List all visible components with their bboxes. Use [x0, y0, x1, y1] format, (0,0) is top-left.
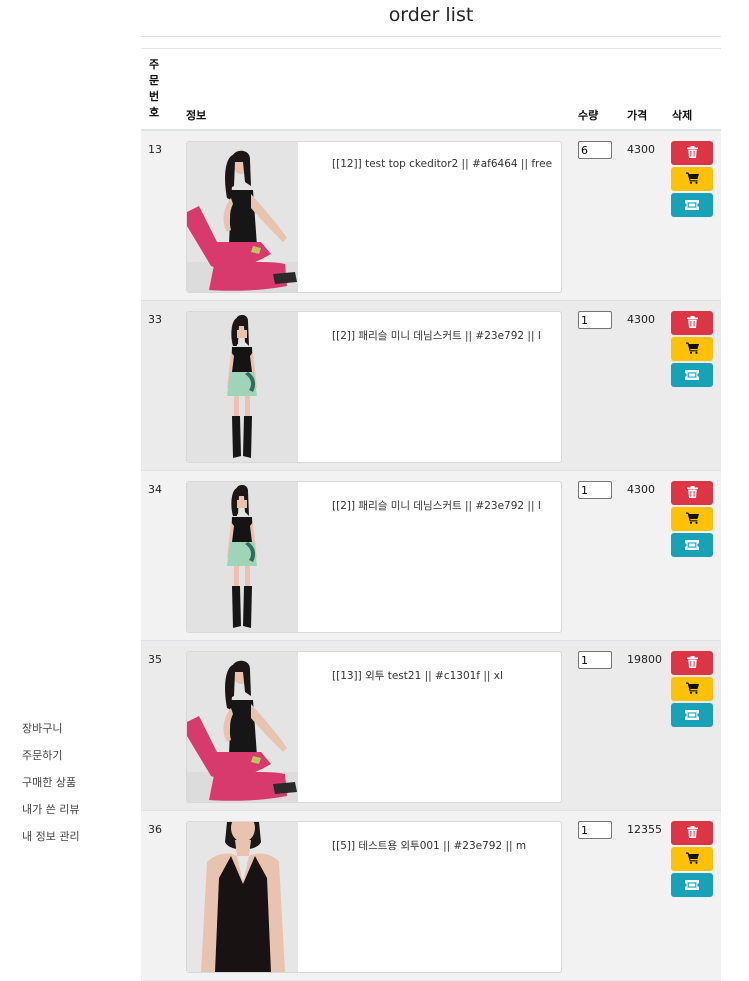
add-to-cart-button[interactable] — [671, 847, 713, 871]
product-description: [[13]] 외투 test21 || #c1301f || xl — [332, 670, 503, 682]
price: 12355 — [627, 823, 662, 836]
add-to-cart-button[interactable] — [671, 167, 713, 191]
ticket-icon — [685, 708, 699, 723]
trash-icon — [686, 825, 698, 841]
divider — [141, 36, 721, 37]
sidebar-item-my-reviews[interactable]: 내가 쓴 리뷰 — [22, 802, 80, 829]
order-button[interactable] — [671, 363, 713, 387]
order-button[interactable] — [671, 533, 713, 557]
price: 4300 — [627, 143, 655, 156]
table-row: 36 [[5]] 테스트용 외투001 || #23e792 || m 1235… — [141, 811, 721, 981]
cart-icon — [685, 342, 699, 357]
sidebar-menu: 장바구니 주문하기 구매한 상품 내가 쓴 리뷰 내 정보 관리 — [22, 721, 80, 856]
product-card[interactable]: [[2]] 패리슬 미니 데님스커트 || #23e792 || l — [186, 311, 562, 463]
delete-button[interactable] — [671, 311, 713, 335]
delete-button[interactable] — [671, 481, 713, 505]
sidebar-item-cart[interactable]: 장바구니 — [22, 721, 80, 748]
cart-icon — [685, 852, 699, 867]
table-row: 34 [[2]] 패리슬 미니 데님스커트 || #23e792 || l 43… — [141, 471, 721, 641]
product-description: [[12]] test top ckeditor2 || #af6464 || … — [332, 158, 553, 170]
page-title: order list — [388, 4, 474, 26]
order-number: 33 — [148, 313, 162, 326]
ticket-icon — [685, 538, 699, 553]
product-description: [[2]] 패리슬 미니 데님스커트 || #23e792 || l — [332, 500, 541, 512]
table-row: 33 [[2]] 패리슬 미니 데님스커트 || #23e792 || l 43… — [141, 301, 721, 471]
add-to-cart-button[interactable] — [671, 337, 713, 361]
quantity-input[interactable] — [578, 651, 612, 669]
header-order-no: 주문번호 — [149, 58, 160, 119]
order-button[interactable] — [671, 873, 713, 897]
table-header: 주문번호 정보 수량 가격 삭제 — [141, 48, 721, 131]
product-description: [[2]] 패리슬 미니 데님스커트 || #23e792 || l — [332, 330, 541, 342]
delete-button[interactable] — [671, 141, 713, 165]
header-price: 가격 — [627, 109, 648, 122]
trash-icon — [686, 655, 698, 671]
sidebar-item-order[interactable]: 주문하기 — [22, 748, 80, 775]
ticket-icon — [685, 198, 699, 213]
quantity-input[interactable] — [578, 821, 612, 839]
product-image[interactable] — [187, 482, 298, 632]
quantity-input[interactable] — [578, 481, 612, 499]
price: 19800 — [627, 653, 662, 666]
delete-button[interactable] — [671, 821, 713, 845]
order-number: 35 — [148, 653, 162, 666]
product-image[interactable] — [187, 312, 298, 462]
trash-icon — [686, 145, 698, 161]
quantity-input[interactable] — [578, 311, 612, 329]
order-number: 36 — [148, 823, 162, 836]
order-number: 13 — [148, 143, 162, 156]
order-button[interactable] — [671, 193, 713, 217]
add-to-cart-button[interactable] — [671, 507, 713, 531]
table-row: 35 [[13]] 외투 test21 || #c1301f || xl 198… — [141, 641, 721, 811]
product-card[interactable]: [[2]] 패리슬 미니 데님스커트 || #23e792 || l — [186, 481, 562, 633]
price: 4300 — [627, 313, 655, 326]
ticket-icon — [685, 368, 699, 383]
trash-icon — [686, 315, 698, 331]
add-to-cart-button[interactable] — [671, 677, 713, 701]
order-button[interactable] — [671, 703, 713, 727]
table-body: 13 [[12]] test top ckeditor2 || #af6464 … — [141, 131, 721, 981]
table-row: 13 [[12]] test top ckeditor2 || #af6464 … — [141, 131, 721, 301]
product-image[interactable] — [187, 142, 298, 292]
product-card[interactable]: [[12]] test top ckeditor2 || #af6464 || … — [186, 141, 562, 293]
product-card[interactable]: [[5]] 테스트용 외투001 || #23e792 || m — [186, 821, 562, 973]
trash-icon — [686, 485, 698, 501]
order-table: 주문번호 정보 수량 가격 삭제 13 [[12]] test top cked… — [141, 48, 721, 981]
header-info: 정보 — [186, 109, 207, 122]
quantity-input[interactable] — [578, 141, 612, 159]
product-image[interactable] — [187, 822, 298, 972]
product-description: [[5]] 테스트용 외투001 || #23e792 || m — [332, 840, 527, 852]
order-number: 34 — [148, 483, 162, 496]
header-qty: 수량 — [578, 109, 599, 122]
product-card[interactable]: [[13]] 외투 test21 || #c1301f || xl — [186, 651, 562, 803]
sidebar-item-purchased[interactable]: 구매한 상품 — [22, 775, 80, 802]
sidebar-item-my-info[interactable]: 내 정보 관리 — [22, 829, 80, 856]
header-delete: 삭제 — [672, 109, 693, 122]
cart-icon — [685, 172, 699, 187]
ticket-icon — [685, 878, 699, 893]
delete-button[interactable] — [671, 651, 713, 675]
price: 4300 — [627, 483, 655, 496]
product-image[interactable] — [187, 652, 298, 802]
cart-icon — [685, 682, 699, 697]
cart-icon — [685, 512, 699, 527]
